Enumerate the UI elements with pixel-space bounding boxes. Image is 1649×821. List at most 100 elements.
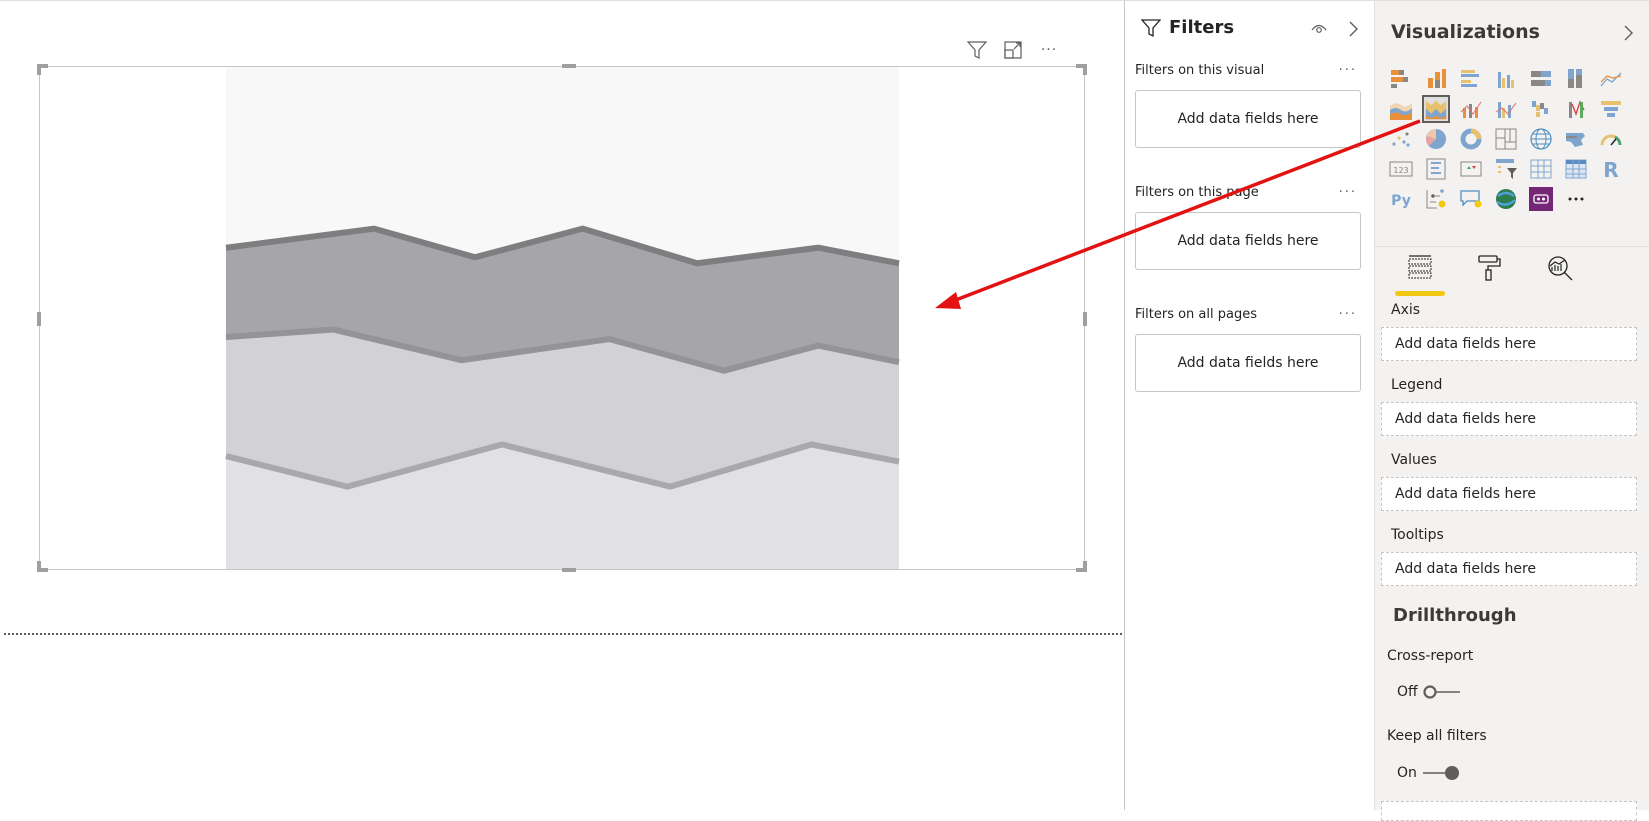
- filters-title: Filters: [1169, 17, 1235, 38]
- filters-header: Filters: [1141, 17, 1234, 38]
- svg-text:Py: Py: [1391, 193, 1411, 209]
- pane-tabs: [1395, 254, 1585, 296]
- filter-drop-well[interactable]: Add data fields here: [1135, 212, 1361, 270]
- toggle-state-text: On: [1397, 765, 1417, 781]
- clustered-column-chart-icon[interactable]: [1492, 65, 1520, 93]
- scatter-chart-icon[interactable]: [1387, 125, 1415, 153]
- more-visuals-icon[interactable]: [1562, 185, 1590, 213]
- section-label: Filters on this visual: [1135, 63, 1265, 78]
- filter-icon: [1141, 18, 1161, 37]
- line-clustered-column-chart-icon[interactable]: [1492, 95, 1520, 123]
- format-tab[interactable]: [1465, 254, 1515, 290]
- slicer-icon[interactable]: [1492, 155, 1520, 183]
- arcgis-map-icon[interactable]: [1492, 185, 1520, 213]
- visual-type-gallery: 123 R Py: [1387, 65, 1632, 215]
- paint-roller-icon: [1478, 255, 1501, 281]
- filled-map-icon[interactable]: [1562, 125, 1590, 153]
- table-icon[interactable]: [1527, 155, 1555, 183]
- line-chart-icon[interactable]: [1597, 65, 1625, 93]
- ribbon-chart-icon[interactable]: [1422, 95, 1450, 123]
- section-label: Filters on all pages: [1135, 307, 1257, 322]
- page-boundary-line: [4, 633, 1122, 635]
- section-label: Filters on this page: [1135, 185, 1259, 200]
- gauge-icon[interactable]: [1597, 125, 1625, 153]
- pie-chart-icon[interactable]: [1422, 125, 1450, 153]
- more-options-icon[interactable]: ···: [1038, 39, 1060, 61]
- ribbon-chart-visual[interactable]: [37, 64, 1087, 572]
- axis-label: Axis: [1391, 302, 1421, 318]
- filter-icon[interactable]: [966, 39, 988, 61]
- qna-icon[interactable]: [1457, 185, 1485, 213]
- python-visual-icon[interactable]: Py: [1387, 185, 1415, 213]
- fields-icon: [1408, 255, 1432, 279]
- toggle-off-icon: [1423, 685, 1460, 699]
- stacked-bar-chart-icon[interactable]: [1387, 65, 1415, 93]
- resize-handle-top-right[interactable]: [1083, 64, 1087, 75]
- focus-mode-icon[interactable]: [1002, 39, 1024, 61]
- waterfall-chart-icon[interactable]: [1527, 95, 1555, 123]
- visualizations-title: Visualizations: [1391, 21, 1540, 43]
- filters-pane: Filters Filters on this visual ··· Add da…: [1124, 0, 1374, 810]
- collapse-filters-chevron-icon[interactable]: [1345, 19, 1363, 39]
- more-options-icon[interactable]: ···: [1339, 63, 1357, 78]
- values-field-well[interactable]: Add data fields here: [1381, 477, 1637, 511]
- resize-handle-bottom-left[interactable]: [37, 561, 41, 572]
- 100-stacked-column-chart-icon[interactable]: [1562, 65, 1590, 93]
- fields-tab[interactable]: [1395, 254, 1445, 296]
- multi-row-card-icon[interactable]: [1422, 155, 1450, 183]
- analytics-magnifier-icon: [1548, 256, 1573, 281]
- resize-handle-bottom-right[interactable]: [1083, 561, 1087, 572]
- filter-drop-well[interactable]: Add data fields here: [1135, 90, 1361, 148]
- cross-report-label: Cross-report: [1387, 648, 1474, 664]
- 100-stacked-bar-chart-icon[interactable]: [1527, 65, 1555, 93]
- report-canvas[interactable]: ···: [0, 0, 1124, 810]
- filters-on-this-visual: Filters on this visual ··· Add data field…: [1135, 63, 1361, 148]
- filters-on-all-pages: Filters on all pages ··· Add data fields …: [1135, 307, 1361, 392]
- key-influencers-icon[interactable]: [1422, 185, 1450, 213]
- area-chart-icon[interactable]: [1387, 95, 1415, 123]
- funnel-chart-icon[interactable]: [1597, 95, 1625, 123]
- visual-header: ···: [966, 39, 1060, 61]
- resize-handle-bottom[interactable]: [562, 568, 576, 572]
- resize-handle-top[interactable]: [562, 64, 576, 68]
- visualizations-pane: Visualizations 123 R Py Axis Add data fiel…: [1374, 0, 1649, 821]
- eye-icon[interactable]: [1309, 19, 1329, 39]
- legend-label: Legend: [1391, 377, 1443, 393]
- donut-chart-icon[interactable]: [1457, 125, 1485, 153]
- more-options-icon[interactable]: ···: [1339, 185, 1357, 200]
- resize-handle-top-left[interactable]: [37, 64, 41, 75]
- filter-drop-well[interactable]: Add data fields here: [1135, 334, 1361, 392]
- tooltips-field-well[interactable]: Add data fields here: [1381, 552, 1637, 586]
- drillthrough-field-well[interactable]: [1381, 801, 1637, 821]
- chart-plot: [225, 67, 900, 569]
- resize-handle-right[interactable]: [1083, 312, 1087, 326]
- svg-text:R: R: [1603, 158, 1618, 182]
- matrix-icon[interactable]: [1562, 155, 1590, 183]
- collapse-visualizations-chevron-icon[interactable]: [1621, 23, 1637, 43]
- card-icon[interactable]: 123: [1387, 155, 1415, 183]
- line-stacked-column-chart-icon[interactable]: [1457, 95, 1485, 123]
- analytics-tab[interactable]: [1535, 254, 1585, 290]
- cross-report-toggle[interactable]: Off: [1397, 684, 1462, 700]
- filters-on-this-page: Filters on this page ··· Add data fields …: [1135, 185, 1361, 270]
- toggle-on-icon: [1422, 766, 1459, 780]
- drillthrough-heading: Drillthrough: [1393, 605, 1517, 626]
- divider: [1375, 246, 1649, 247]
- treemap-icon[interactable]: [1492, 125, 1520, 153]
- tooltips-label: Tooltips: [1391, 527, 1444, 543]
- axis-field-well[interactable]: Add data fields here: [1381, 327, 1637, 361]
- svg-text:123: 123: [1393, 166, 1408, 175]
- resize-handle-left[interactable]: [37, 312, 41, 326]
- clustered-bar-chart-icon[interactable]: [1457, 65, 1485, 93]
- power-apps-icon[interactable]: [1527, 185, 1555, 213]
- toggle-state-text: Off: [1397, 684, 1418, 700]
- kpi-icon[interactable]: [1457, 155, 1485, 183]
- more-options-icon[interactable]: ···: [1339, 307, 1357, 322]
- keep-all-filters-label: Keep all filters: [1387, 728, 1487, 744]
- legend-field-well[interactable]: Add data fields here: [1381, 402, 1637, 436]
- map-icon[interactable]: [1527, 125, 1555, 153]
- stacked-column-chart-icon[interactable]: [1422, 65, 1450, 93]
- ribbon-variant-chart-icon[interactable]: [1562, 95, 1590, 123]
- r-visual-icon[interactable]: R: [1597, 155, 1625, 183]
- keep-all-filters-toggle[interactable]: On: [1397, 764, 1461, 782]
